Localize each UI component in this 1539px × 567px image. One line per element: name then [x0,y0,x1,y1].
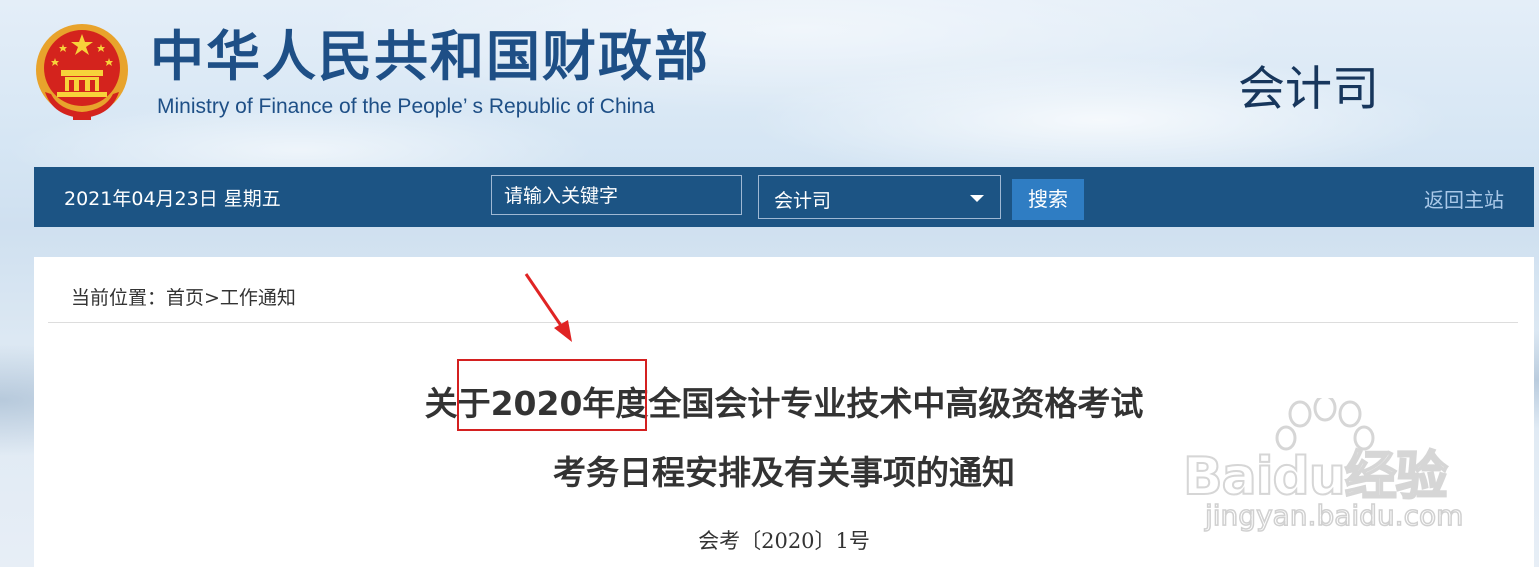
search-scope-value: 会计司 [774,190,832,212]
site-header: 中华人民共和国财政部 Ministry of Finance of the Pe… [0,0,1539,160]
breadcrumb[interactable]: 当前位置：首页>工作通知 [71,283,296,310]
watermark-url: jingyan.baidu.com [1204,498,1464,533]
site-title-cn: 中华人民共和国财政部 [150,25,710,88]
national-emblem-logo[interactable] [33,20,131,122]
current-date: 2021年04月23日 星期五 [64,188,281,210]
return-home-link[interactable]: 返回主站 [1424,184,1504,213]
department-title: 会计司 [1238,62,1379,117]
highlight-box [457,359,647,431]
site-title-en: Ministry of Finance of the People’ s Rep… [157,95,655,118]
baidu-jingyan-watermark: Baidu经验 jingyan.baidu.com [1175,398,1465,538]
top-navbar: 2021年04月23日 星期五 请输入关键字 会计司 搜索 返回主站 [34,167,1534,227]
red-pointer-arrow-icon [524,273,572,342]
dropdown-arrow-icon [970,195,984,202]
breadcrumb-divider [48,322,1518,323]
search-input[interactable]: 请输入关键字 [491,175,742,215]
watermark-brand: Baidu经验 [1182,446,1449,508]
search-button[interactable]: 搜索 [1012,179,1084,220]
search-scope-select[interactable]: 会计司 [758,175,1001,219]
